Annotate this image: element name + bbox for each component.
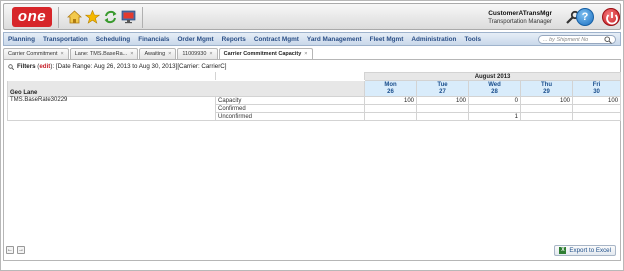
tab-label: Carrier Commitment Capacity (223, 51, 302, 57)
unconfirmed-cell (571, 112, 622, 121)
geo-lane-header: Geo Lane (7, 80, 365, 97)
tab-lane[interactable]: Lane: TMS.BaseRa... × (69, 48, 139, 59)
capacity-cell[interactable]: 100 (364, 96, 417, 105)
tab-close-icon[interactable]: × (209, 51, 212, 57)
menu-item-fleet-mgmt[interactable]: Fleet Mgmt (370, 36, 404, 43)
day-number: 29 (543, 88, 550, 95)
capacity-cell[interactable]: 100 (571, 96, 622, 105)
menu-item-financials[interactable]: Financials (138, 36, 169, 43)
filters-bar: Filters (edit): [Date Range: Aug 26, 201… (8, 62, 226, 71)
content-panel: Filters (edit): [Date Range: Aug 26, 201… (3, 59, 622, 261)
day-header: Thu 29 (520, 80, 573, 97)
day-number: 28 (491, 88, 498, 95)
monitor-alert-icon[interactable] (120, 9, 136, 25)
excel-icon: X (559, 247, 567, 254)
shipment-search-placeholder: ... by Shipment No (543, 37, 589, 43)
geo-lane-cell[interactable]: TMS.BaseRate30229 (7, 96, 216, 121)
day-header: Fri 30 (571, 80, 622, 97)
filter-magnifier-icon (8, 63, 14, 70)
logout-power-icon[interactable] (602, 8, 620, 26)
table-row: TMS.BaseRate30229 Capacity 100 100 0 100… (7, 96, 622, 121)
home-icon[interactable] (66, 9, 82, 25)
menu-item-transportation[interactable]: Transportation (43, 36, 88, 43)
next-page-button[interactable]: → (17, 246, 25, 254)
refresh-icon[interactable] (102, 9, 118, 25)
capacity-cell[interactable]: 0 (468, 96, 521, 105)
row-label-capacity: Capacity (215, 96, 365, 105)
favorites-star-icon[interactable] (84, 9, 100, 25)
menu-item-reports[interactable]: Reports (222, 36, 246, 43)
grid-corner-blank (215, 72, 365, 81)
user-role: Transportation Manager (488, 19, 552, 25)
capacity-grid: August 2013 Geo Lane Mon 26 Tue 27 Wed 28 T… (7, 72, 622, 121)
day-number: 30 (593, 88, 600, 95)
day-of-week: Fri (592, 81, 601, 88)
user-info: CustomerATransMgr Transportation Manager (488, 10, 552, 26)
filters-label: Filters (17, 63, 36, 70)
confirmed-cell (571, 104, 622, 113)
menu-item-planning[interactable]: Planning (8, 36, 35, 43)
menu-item-scheduling[interactable]: Scheduling (96, 36, 130, 43)
filters-edit-link[interactable]: edit (39, 62, 50, 71)
day-of-week: Tue (437, 81, 448, 88)
header-divider (142, 7, 143, 28)
tab-close-icon[interactable]: × (61, 51, 64, 57)
main-menu-bar: Planning Transportation Scheduling Finan… (3, 32, 621, 46)
day-number: 26 (387, 88, 394, 95)
unconfirmed-cell (520, 112, 573, 121)
day-header: Wed 28 (468, 80, 521, 97)
month-header: August 2013 (363, 72, 622, 81)
tab-label: 11009930 (182, 51, 207, 57)
tab-label: Carrier Commitment (8, 51, 58, 57)
filters-text: [Date Range: Aug 26, 2013 to Aug 30, 201… (55, 63, 227, 70)
confirmed-cell (416, 104, 469, 113)
header-divider (58, 7, 59, 28)
day-of-week: Thu (541, 81, 552, 88)
export-to-excel-button[interactable]: X Export to Excel (554, 245, 616, 256)
menu-item-order-mgmt[interactable]: Order Mgmt (177, 36, 213, 43)
day-header: Mon 26 (364, 80, 417, 97)
unconfirmed-cell (364, 112, 417, 121)
tab-shipment-11009930[interactable]: 11009930 × (177, 48, 218, 59)
capacity-cell[interactable]: 100 (416, 96, 469, 105)
confirmed-cell (468, 104, 521, 113)
search-icon[interactable] (604, 36, 612, 44)
tab-carrier-commitment[interactable]: Carrier Commitment × (3, 48, 69, 59)
row-label-unconfirmed: Unconfirmed (215, 112, 365, 121)
menu-item-tools[interactable]: Tools (464, 36, 481, 43)
day-of-week: Wed (488, 81, 501, 88)
header: one CustomerATransMgr Transportation Man… (3, 3, 621, 30)
tab-strip: Carrier Commitment × Lane: TMS.BaseRa... ×… (3, 48, 314, 59)
unconfirmed-cell (416, 112, 469, 121)
confirmed-cell (520, 104, 573, 113)
row-label-confirmed: Confirmed (215, 104, 365, 113)
export-label: Export to Excel (569, 246, 611, 254)
tab-close-icon[interactable]: × (168, 51, 171, 57)
menu-item-contract-mgmt[interactable]: Contract Mgmt (254, 36, 299, 43)
help-icon[interactable]: ? (576, 8, 594, 26)
capacity-cell[interactable]: 100 (520, 96, 573, 105)
confirmed-cell (364, 104, 417, 113)
app-window: one CustomerATransMgr Transportation Man… (0, 0, 624, 271)
unconfirmed-cell[interactable]: 1 (468, 112, 521, 121)
grid-corner-blank (7, 72, 216, 81)
tab-close-icon[interactable]: × (130, 51, 133, 57)
day-of-week: Mon (384, 81, 397, 88)
day-header: Tue 27 (416, 80, 469, 97)
tab-awaiting[interactable]: Awaiting × (139, 48, 177, 59)
user-name: CustomerATransMgr (488, 10, 552, 17)
shipment-search-input[interactable]: ... by Shipment No (538, 35, 616, 44)
tab-label: Lane: TMS.BaseRa... (74, 51, 128, 57)
menu-item-administration[interactable]: Administration (411, 36, 456, 43)
prev-page-button[interactable]: ← (6, 246, 14, 254)
day-number: 27 (439, 88, 446, 95)
menu-item-yard-management[interactable]: Yard Management (307, 36, 362, 43)
tab-carrier-commitment-capacity[interactable]: Carrier Commitment Capacity × (218, 48, 313, 59)
tab-label: Awaiting (144, 51, 166, 57)
main-menu: Planning Transportation Scheduling Finan… (8, 33, 489, 46)
tab-close-icon[interactable]: × (304, 51, 307, 57)
grid-footer: ← → X Export to Excel (4, 244, 618, 258)
one-logo[interactable]: one (12, 7, 52, 27)
